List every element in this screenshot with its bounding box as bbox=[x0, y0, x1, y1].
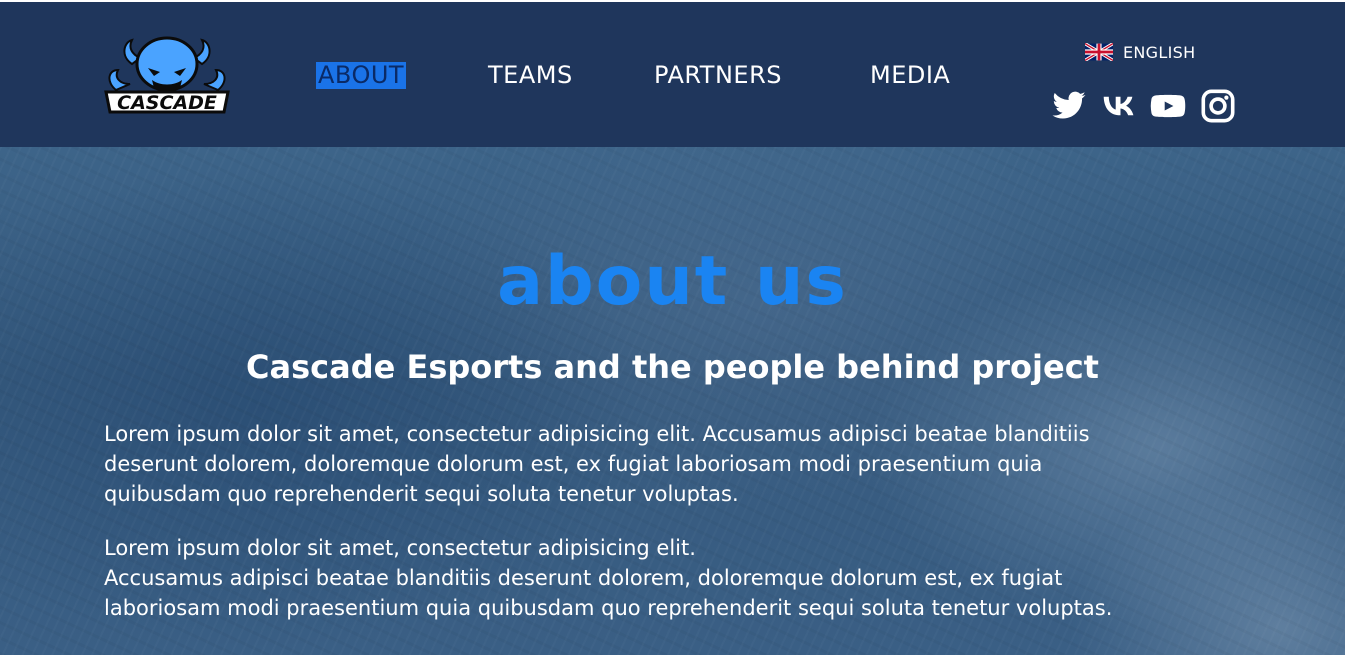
page-subtitle: Cascade Esports and the people behind pr… bbox=[246, 348, 1099, 386]
youtube-icon[interactable] bbox=[1150, 88, 1186, 124]
hero-section: about us Cascade Esports and the people … bbox=[0, 147, 1345, 655]
language-label: ENGLISH bbox=[1123, 42, 1196, 62]
paragraph-line: Accusamus adipisci beatae blanditiis des… bbox=[104, 566, 1063, 590]
nav-teams[interactable]: TEAMS bbox=[488, 62, 573, 89]
paragraph-line: deserunt dolorem, doloremque dolorum est… bbox=[104, 452, 1043, 476]
logo-text: CASCADE bbox=[117, 92, 217, 114]
about-paragraph-1: Lorem ipsum dolor sit amet, consectetur … bbox=[104, 419, 1304, 509]
nav-partners[interactable]: PARTNERS bbox=[654, 62, 782, 89]
octopus-logo-icon: CASCADE bbox=[104, 36, 230, 114]
uk-flag-icon bbox=[1085, 43, 1113, 61]
paragraph-line: quibusdam quo reprehenderit sequi soluta… bbox=[104, 482, 739, 506]
nav-media[interactable]: MEDIA bbox=[870, 62, 950, 89]
cascade-logo[interactable]: CASCADE bbox=[102, 34, 232, 118]
nav-about[interactable]: ABOUT bbox=[316, 62, 407, 89]
paragraph-line: Lorem ipsum dolor sit amet, consectetur … bbox=[104, 536, 696, 560]
paragraph-line: laboriosam modi praesentium quia quibusd… bbox=[104, 596, 1113, 620]
language-selector[interactable]: ENGLISH bbox=[1085, 42, 1195, 62]
paragraph-line: Lorem ipsum dolor sit amet, consectetur … bbox=[104, 422, 1090, 446]
instagram-icon[interactable] bbox=[1200, 88, 1236, 124]
page-title: about us bbox=[497, 242, 848, 321]
about-paragraph-2: Lorem ipsum dolor sit amet, consectetur … bbox=[104, 533, 1304, 623]
twitter-icon[interactable] bbox=[1051, 88, 1087, 124]
site-header: CASCADE ABOUT TEAMS PARTNERS MEDIA ENGLI… bbox=[0, 2, 1345, 147]
vk-icon[interactable] bbox=[1101, 88, 1137, 124]
